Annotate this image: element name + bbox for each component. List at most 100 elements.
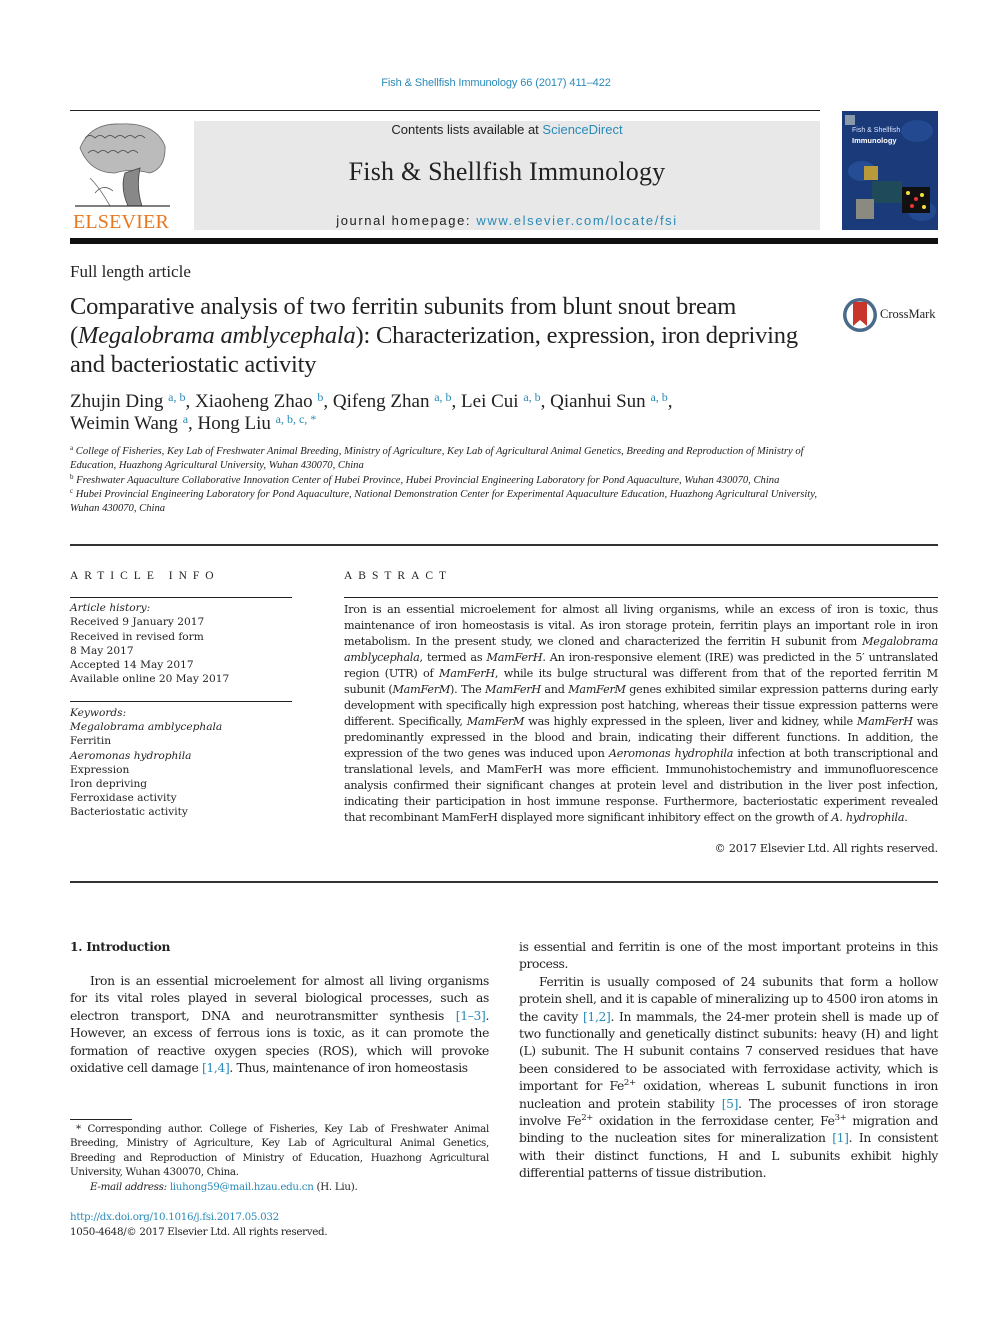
author-name[interactable]: Weimin Wang [70,413,178,434]
citation-link[interactable]: [5] [722,1097,739,1111]
homepage-line: journal homepage: www.elsevier.com/locat… [194,213,820,228]
author-affiliation-marker[interactable]: a, b [650,390,667,404]
keywords-label: Keywords: [70,707,127,719]
author-name[interactable]: Lei Cui [461,391,519,412]
author-name[interactable]: Zhujin Ding [70,391,163,412]
crossmark-button[interactable]: CrossMark [842,296,942,336]
italic-term: MamFerM [392,683,451,696]
history-item: Available online 20 May 2017 [70,673,230,686]
history-label: Article history: [70,602,151,614]
crossmark-label: CrossMark [880,307,936,321]
keyword-item: Ferroxidase activity [70,792,177,805]
author-name[interactable]: Xiaoheng Zhao [195,391,313,412]
sciencedirect-link[interactable]: ScienceDirect [542,122,622,137]
author-affiliation-marker[interactable]: a, b [168,390,185,404]
left-column: Iron is an essential microelement for al… [70,973,489,1077]
corresponding-author-footnote: * Corresponding author. College of Fishe… [70,1122,489,1194]
journal-name: Fish & Shellfish Immunology [348,157,666,186]
divider [344,597,938,598]
intro-paragraph-1: Iron is an essential microelement for al… [70,974,489,1076]
history-item: Accepted 14 May 2017 [70,659,194,672]
affiliation-text: College of Fisheries, Key Lab of Freshwa… [70,446,804,472]
author-affiliation-marker[interactable]: b [317,390,323,404]
citation-link[interactable]: [1–3] [456,1009,486,1023]
affiliation-list: a College of Fisheries, Key Lab of Fresh… [70,445,830,516]
author-affiliation-marker[interactable]: a, b [434,390,451,404]
email-link[interactable]: liuhong59@mail.hzau.edu.cn [170,1181,314,1193]
header-divider [70,238,938,244]
author-affiliation-marker[interactable]: a, b [523,390,540,404]
italic-term: MamFerH [856,715,913,728]
citation-link[interactable]: [1,2] [583,1010,611,1024]
history-item: Received in revised form [70,630,204,643]
keyword-item: Expression [70,763,130,776]
contents-line: Contents lists available at ScienceDirec… [194,122,820,137]
abstract-heading: ABSTRACT [344,570,453,582]
homepage-prefix: journal homepage: [336,213,477,228]
intro-paragraph-2: Ferritin is usually composed of 24 subun… [519,974,939,1181]
intro-paragraph-1-continued: is essential and ferritin is one of the … [519,940,938,972]
affiliation: c Hubei Provincial Engineering Laborator… [70,486,830,517]
italic-term: MamFerH [486,651,543,664]
italic-term: Aeromonas hydrophila [608,747,734,760]
keyword-item: Iron depriving [70,778,148,791]
contents-prefix: Contents lists available at [391,122,543,137]
history-item: Received 9 January 2017 [70,616,205,629]
author-affiliation-marker[interactable]: a, b, c, * [276,412,317,426]
email-suffix: (H. Liu). [313,1180,358,1193]
italic-term: MamFerH [438,667,495,680]
author-affiliation-marker[interactable]: a [183,412,188,426]
affiliation-key: b [70,472,74,481]
elsevier-wordmark: ELSEVIER [72,211,170,233]
author-name[interactable]: Qifeng Zhan [333,391,430,412]
affiliation: b Freshwater Aquaculture Collaborative I… [70,472,830,488]
divider [70,701,292,702]
italic-term: MamFerM [568,683,626,696]
running-head[interactable]: Fish & Shellfish Immunology 66 (2017) 41… [0,77,992,89]
affiliation-text: Hubei Provincial Engineering Laboratory … [70,488,817,515]
issn-copyright: 1050-4648/© 2017 Elsevier Ltd. All right… [70,1226,328,1238]
keyword-list: Megalobrama amblycephala Ferritin Aeromona… [70,720,292,819]
keyword-item: Megalobrama amblycephala [70,721,223,734]
right-column: is essential and ferritin is one of the … [519,939,938,1183]
abstract-copyright: © 2017 Elsevier Ltd. All rights reserved… [714,842,938,855]
footnote-divider [70,1119,132,1120]
italic-term: MamFerM [466,715,525,728]
email-label: E-mail address: [90,1180,170,1193]
affiliation-key: c [70,486,74,495]
affiliation-key: a [70,444,74,452]
keyword-item: Ferritin [70,735,112,748]
article-history: Article history: Received 9 January 2017… [70,601,292,687]
italic-term: A. hydrophila [831,811,905,824]
elsevier-logo[interactable]: ELSEVIER [70,118,172,232]
citation-link[interactable]: [1] [832,1131,849,1145]
affiliation-text: Freshwater Aquaculture Collaborative Inn… [76,474,780,486]
journal-homepage-link[interactable]: www.elsevier.com/locate/fsi [476,213,677,228]
author-list: Zhujin Ding a, b, Xiaoheng Zhao b, Qifen… [70,390,673,434]
history-list: Received 9 January 2017 Received in revis… [70,615,292,686]
keyword-item: Aeromonas hydrophila [70,749,192,762]
crossmark-icon [843,298,877,332]
abstract-text: Iron is an essential microelement for al… [344,603,939,824]
article-title: Comparative analysis of two ferritin sub… [70,292,830,379]
citation-link[interactable]: [1,4] [202,1061,230,1075]
elsevier-tree-icon [75,123,170,207]
divider [70,110,820,111]
author-name[interactable]: Hong Liu [198,413,271,434]
cover-title-line1: Fish & Shellfish [852,127,901,134]
ion-charge: 2+ [581,1113,594,1124]
italic-term: MamFerH [485,683,541,696]
journal-cover-thumbnail[interactable]: Fish & Shellfish Immunology [842,111,938,230]
author-name[interactable]: Qianhui Sun [550,391,646,412]
journal-banner: Contents lists available at ScienceDirec… [194,121,820,230]
affiliation: a College of Fisheries, Key Lab of Fresh… [70,445,830,474]
keywords: Keywords: Megalobrama amblycephala Ferrit… [70,706,292,820]
ion-charge: 3+ [834,1113,847,1124]
divider [70,881,938,883]
italic-term: Megalobrama amblycephala [344,635,938,664]
ion-charge: 2+ [623,1078,636,1089]
title-species: Megalobrama amblycephala [77,322,356,349]
doi-link[interactable]: http://dx.doi.org/10.1016/j.fsi.2017.05.… [70,1211,279,1223]
cover-title-line2: Immunology [852,136,897,145]
history-item: 8 May 2017 [70,644,134,657]
